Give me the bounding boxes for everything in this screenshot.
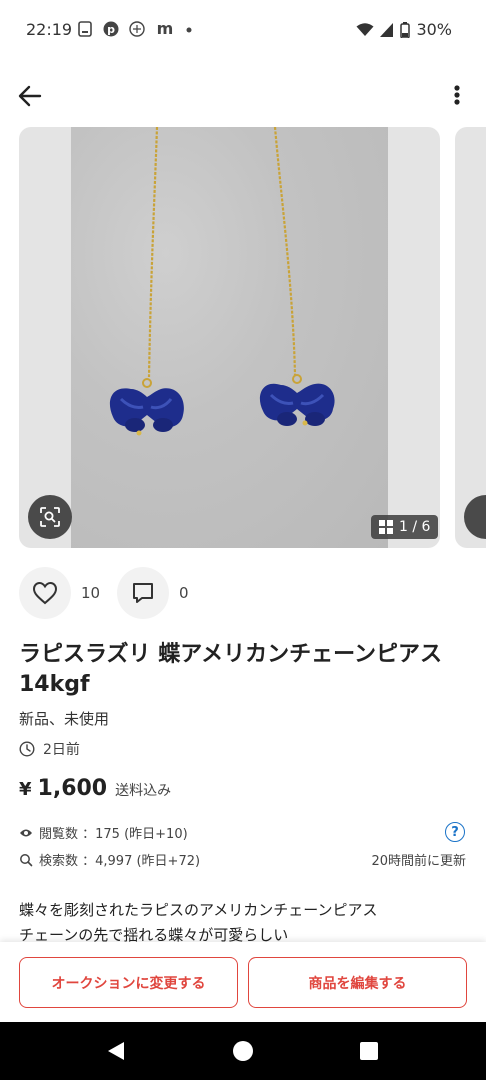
help-icon[interactable]: ? [445,822,465,842]
image-search-button[interactable] [28,495,72,539]
views-text: 閲覧数 ：175 (昨日+10) [39,827,188,842]
next-photo-peek[interactable] [455,127,486,548]
product-photo[interactable] [19,127,440,548]
price-row: ¥ 1,600 送料込み [19,776,171,801]
posted-time: 2日前 [19,739,80,759]
action-bar: オークションに変更する 商品を編集する [0,942,486,1022]
svg-text:p: p [107,23,115,36]
shipping-label: 送料込み [115,783,172,799]
comment-icon [133,583,153,603]
wifi-icon [356,22,374,36]
like-button[interactable] [19,567,71,619]
item-description: 蝶々を彫刻されたラピスのアメリカンチェーンピアス チェーンの先で揺れる蝶々が可愛… [19,898,474,948]
grid-icon [379,520,393,534]
app-icon [129,21,145,37]
battery-icon [400,21,411,38]
posted-time-text: 2日前 [43,742,80,758]
image-search-icon [40,507,60,527]
image-carousel[interactable]: 1 / 6 [0,127,486,549]
svg-text:m: m [157,21,174,37]
pinterest-icon: p [103,21,119,37]
searches-stat: 検索数 ：4,997 (昨日+72) [19,850,200,869]
item-title: ラピスラズリ 蝶アメリカンチェーンピアス14kgf [19,642,443,697]
nav-home-icon[interactable] [233,1041,253,1061]
comment-count: 0 [179,584,189,602]
like-count: 10 [81,584,101,602]
views-stat: 閲覧数 ：175 (昨日+10) [19,823,188,842]
heart-icon [32,581,58,605]
item-condition: 新品、未使用 [19,710,110,728]
description-line-1: 蝶々を彫刻されたラピスのアメリカンチェーンピアス [19,901,378,919]
mercari-notify-icon: m [157,21,174,37]
clock-icon [19,741,35,757]
edit-item-button[interactable]: 商品を編集する [248,957,467,1008]
change-to-auction-button[interactable]: オークションに変更する [19,957,238,1008]
photo-counter[interactable]: 1 / 6 [371,515,439,539]
status-bar: 22:19 p m 30% [0,0,486,60]
nav-recents-icon[interactable] [360,1042,378,1060]
eye-icon [20,829,32,836]
battery-level: 30% [416,20,452,39]
price-value: 1,600 [37,776,108,801]
more-notifications-dot [186,27,192,33]
earring-illustration [109,127,335,436]
search-icon [20,853,33,866]
status-time: 22:19 [26,20,73,39]
system-nav-bar [0,1022,486,1080]
nav-back-icon[interactable] [107,1041,125,1061]
photo-counter-text: 1 / 6 [399,519,431,535]
screenshot-icon [78,21,92,37]
currency-symbol: ¥ [19,779,32,800]
back-arrow-icon[interactable] [16,82,44,110]
updated-time: 20時間前に更新 [371,854,466,869]
searches-text: 検索数 ：4,997 (昨日+72) [39,854,201,869]
signal-icon [380,22,394,37]
more-vert-icon[interactable] [446,82,468,110]
comment-button[interactable] [117,567,169,619]
